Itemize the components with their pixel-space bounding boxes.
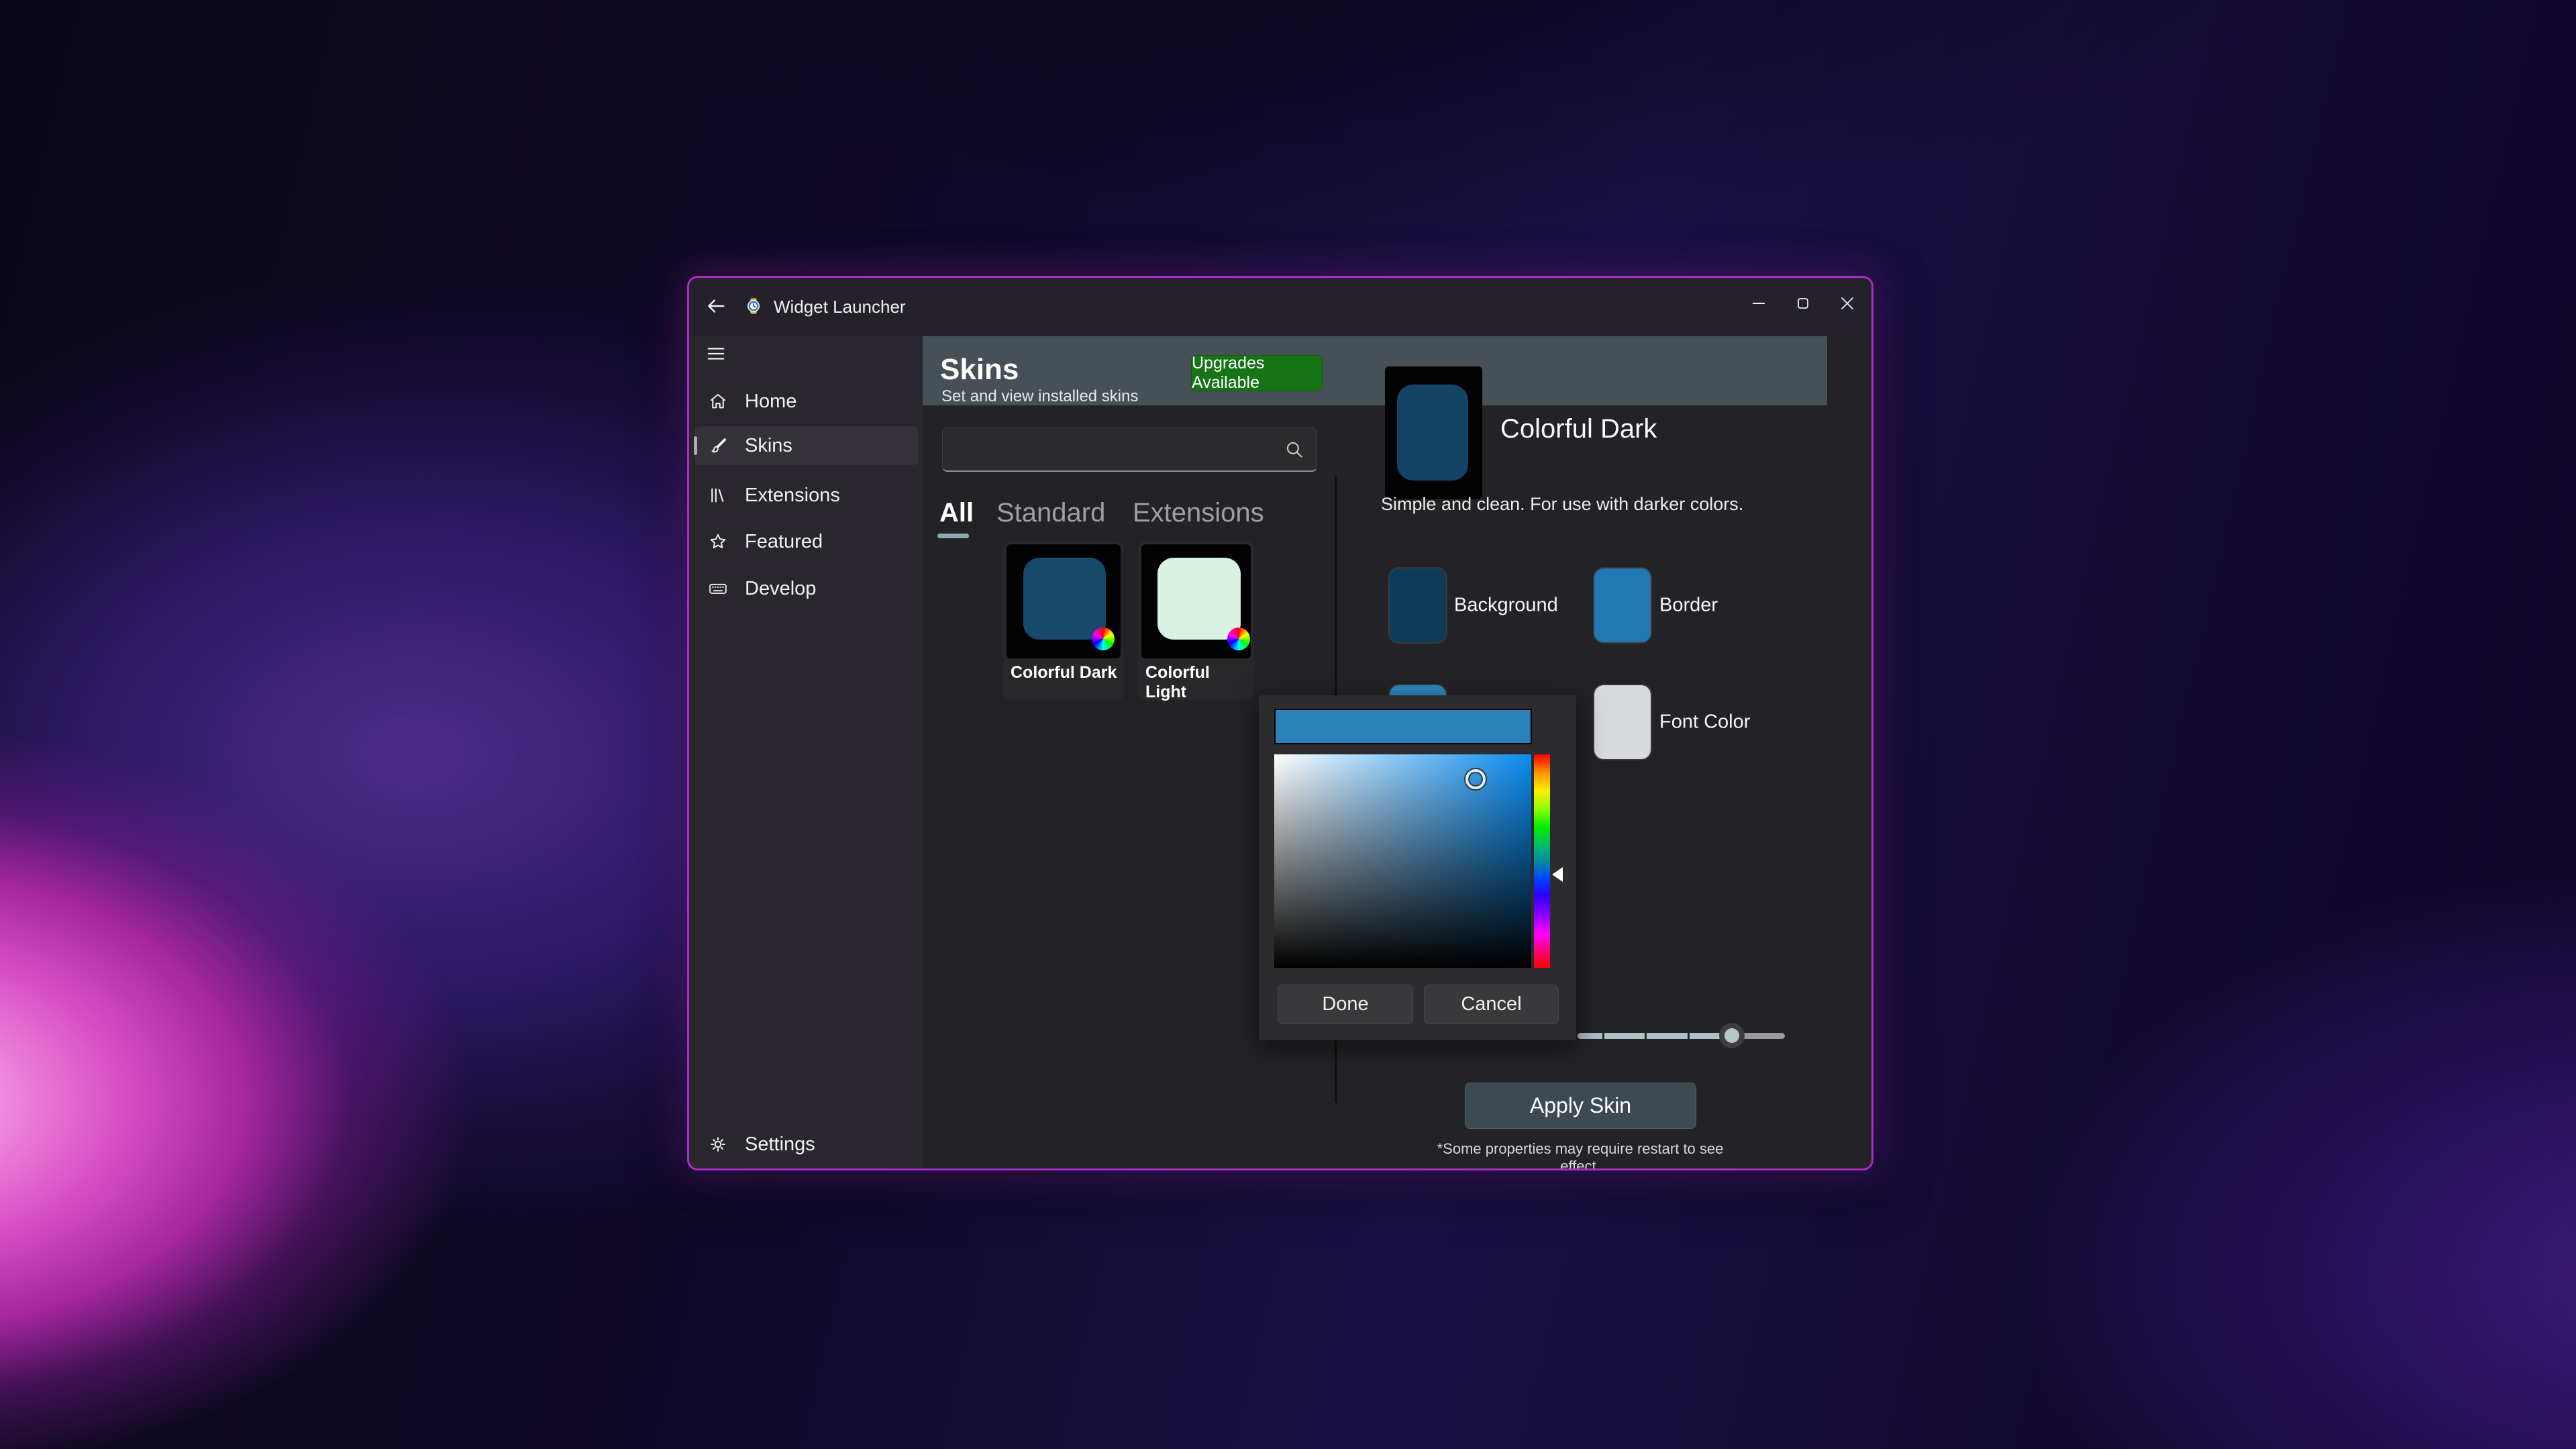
sidebar-item-label: Develop: [745, 578, 816, 600]
app-window: Widget Launcher: [687, 276, 1873, 1170]
skin-name: Colorful Light: [1145, 663, 1254, 702]
selected-color-preview: [1274, 709, 1532, 744]
swatch-label-border: Border: [1659, 595, 1718, 617]
back-arrow-icon: [705, 295, 727, 317]
tab-all[interactable]: All: [939, 498, 974, 528]
color-field-cursor[interactable]: [1465, 769, 1486, 789]
minimize-button[interactable]: [1741, 287, 1776, 319]
sidebar-item-extensions[interactable]: Extensions: [694, 476, 919, 515]
restart-footnote: *Some properties may require restart to …: [1431, 1140, 1729, 1170]
transparency-slider-thumb[interactable]: [1719, 1023, 1745, 1048]
titlebar: Widget Launcher: [689, 278, 1873, 336]
home-icon: [708, 391, 728, 411]
page-title: Skins: [940, 353, 1019, 387]
detail-skin-title: Colorful Dark: [1500, 414, 1657, 444]
skin-name: Colorful Dark: [1011, 663, 1117, 683]
app-icon: [744, 297, 763, 315]
hue-marker-icon[interactable]: [1552, 867, 1563, 882]
detail-skin-description: Simple and clean. For use with darker co…: [1381, 494, 1743, 515]
star-icon: [708, 532, 728, 552]
maximize-icon: [1796, 297, 1810, 310]
detail-skin-thumbnail: [1385, 366, 1482, 499]
tab-extensions[interactable]: Extensions: [1133, 498, 1264, 528]
maximize-button[interactable]: [1786, 287, 1820, 319]
slider-thumb-inner: [1724, 1028, 1739, 1043]
active-tab-underline: [937, 534, 969, 538]
background-color-swatch[interactable]: [1388, 567, 1447, 644]
upgrades-available-button[interactable]: Upgrades Available: [1191, 355, 1323, 391]
skin-card-colorful-dark[interactable]: Colorful Dark: [1003, 541, 1124, 700]
skin-preview-square: [1157, 558, 1241, 640]
skin-preview-square: [1023, 558, 1106, 640]
hamburger-icon: [706, 344, 726, 364]
back-button[interactable]: [704, 294, 728, 318]
search-input[interactable]: [952, 431, 1277, 468]
paintbrush-icon: [708, 436, 728, 456]
slider-tick: [1645, 1033, 1647, 1039]
font-color-swatch[interactable]: [1593, 684, 1652, 760]
sidebar-item-label: Featured: [745, 531, 823, 553]
slider-tick: [1602, 1033, 1604, 1039]
swatch-label-font-color: Font Color: [1659, 711, 1750, 734]
active-item-accent-bar: [694, 436, 697, 455]
window-title: Widget Launcher: [774, 297, 906, 317]
slider-tick: [1688, 1033, 1690, 1039]
close-icon: [1840, 296, 1855, 311]
color-wheel-icon: [1092, 628, 1115, 650]
sidebar: Home Skins Extensions: [689, 336, 923, 1170]
skin-thumbnail: [1141, 544, 1251, 658]
saturation-value-field[interactable]: [1274, 754, 1531, 968]
sidebar-item-label: Extensions: [745, 485, 840, 507]
sidebar-item-home[interactable]: Home: [694, 382, 919, 421]
sidebar-item-label: Home: [745, 391, 796, 413]
minimize-icon: [1751, 296, 1766, 311]
sidebar-item-featured[interactable]: Featured: [694, 522, 919, 561]
sidebar-item-label: Settings: [745, 1134, 815, 1156]
swatch-label-background: Background: [1454, 595, 1558, 617]
hamburger-menu-button[interactable]: [704, 342, 728, 366]
close-button[interactable]: [1830, 287, 1865, 319]
border-color-swatch[interactable]: [1593, 567, 1652, 644]
keyboard-icon: [708, 579, 728, 599]
hue-slider[interactable]: [1534, 754, 1550, 968]
transparency-slider-track[interactable]: [1578, 1033, 1785, 1039]
done-button[interactable]: Done: [1278, 985, 1413, 1024]
skin-card-colorful-light[interactable]: Colorful Light: [1138, 541, 1254, 700]
gear-icon: [708, 1134, 728, 1154]
sidebar-item-settings[interactable]: Settings: [694, 1125, 919, 1164]
color-picker-dialog: Done Cancel: [1259, 695, 1576, 1040]
cancel-button[interactable]: Cancel: [1424, 985, 1559, 1024]
page-subtitle: Set and view installed skins: [941, 387, 1138, 406]
detail-preview-square: [1397, 385, 1468, 481]
sidebar-item-skins[interactable]: Skins: [694, 426, 919, 465]
color-wheel-icon: [1227, 628, 1250, 650]
apply-skin-button[interactable]: Apply Skin: [1465, 1083, 1696, 1129]
skin-thumbnail: [1007, 544, 1121, 658]
tab-standard[interactable]: Standard: [996, 498, 1105, 528]
library-icon: [708, 485, 728, 505]
search-icon[interactable]: [1283, 438, 1306, 461]
sidebar-item-label: Skins: [745, 435, 792, 457]
search-box: [942, 428, 1317, 472]
sidebar-item-develop[interactable]: Develop: [694, 569, 919, 608]
